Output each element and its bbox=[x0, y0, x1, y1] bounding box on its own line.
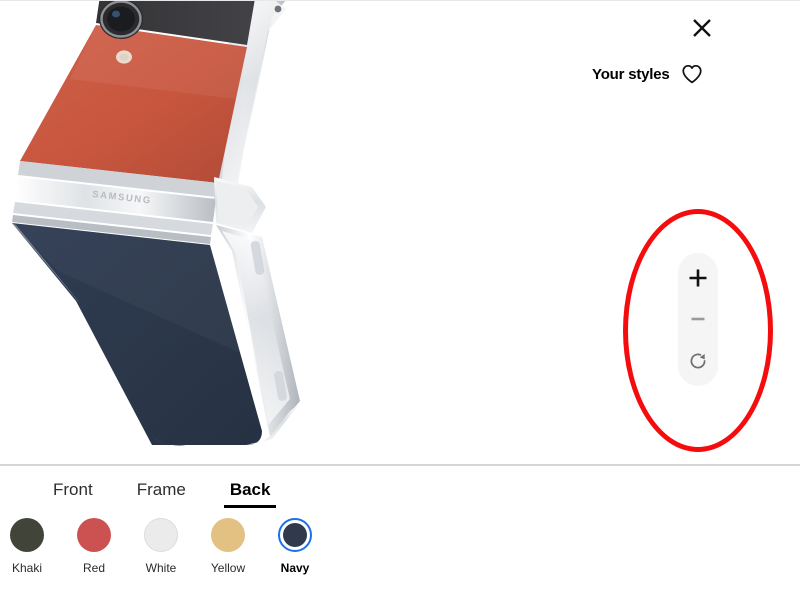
color-swatch-navy[interactable]: Navy bbox=[278, 518, 312, 575]
color-swatch-khaki[interactable]: Khaki bbox=[10, 518, 44, 575]
tab-back[interactable]: Back bbox=[223, 480, 277, 508]
color-swatch-white[interactable]: White bbox=[144, 518, 178, 575]
tab-back-label: Back bbox=[229, 480, 271, 499]
swatch-dot-white bbox=[144, 518, 178, 552]
your-styles-row[interactable]: Your styles bbox=[592, 63, 703, 85]
tab-front[interactable]: Front bbox=[47, 480, 99, 508]
color-swatch-yellow[interactable]: Yellow bbox=[211, 518, 245, 575]
swatch-dot-navy bbox=[283, 523, 307, 547]
heart-icon bbox=[681, 64, 702, 84]
plus-icon bbox=[689, 269, 707, 287]
swatch-label-navy: Navy bbox=[280, 561, 310, 575]
product-image[interactable]: SAMSUNG bbox=[0, 1, 330, 461]
style-customizer-screen: SAMSUNG Your styles Front Frame Back Kha… bbox=[0, 0, 800, 600]
swatch-label-yellow: Yellow bbox=[210, 561, 246, 575]
swatch-ring-yellow bbox=[211, 518, 245, 552]
tab-frame[interactable]: Frame bbox=[131, 480, 192, 508]
swatch-ring-red bbox=[77, 518, 111, 552]
swatch-ring-white bbox=[144, 518, 178, 552]
part-tabs: Front Frame Back bbox=[47, 480, 277, 508]
swatch-dot-khaki bbox=[10, 518, 44, 552]
reset-view-button[interactable] bbox=[680, 343, 716, 379]
swatch-label-red: Red bbox=[82, 561, 105, 575]
close-icon bbox=[693, 19, 711, 37]
swatch-label-khaki: Khaki bbox=[11, 561, 43, 575]
color-swatch-list: Khaki Red White Yellow Navy bbox=[10, 518, 312, 575]
tab-frame-label: Frame bbox=[136, 480, 186, 499]
tab-front-label: Front bbox=[53, 480, 93, 499]
rotate-reset-icon bbox=[690, 353, 706, 369]
your-styles-label: Your styles bbox=[592, 65, 670, 83]
product-viewer-stage[interactable]: SAMSUNG Your styles bbox=[0, 1, 800, 465]
customization-panel: Front Frame Back Khaki Red White Yellow … bbox=[0, 466, 800, 600]
swatch-label-white: White bbox=[145, 561, 177, 575]
zoom-out-button[interactable] bbox=[680, 301, 716, 337]
swatch-dot-yellow bbox=[211, 518, 245, 552]
close-button[interactable] bbox=[683, 9, 721, 47]
swatch-ring-navy bbox=[278, 518, 312, 552]
zoom-in-button[interactable] bbox=[680, 260, 716, 296]
minus-icon bbox=[691, 318, 705, 321]
swatch-dot-red bbox=[77, 518, 111, 552]
swatch-ring-khaki bbox=[10, 518, 44, 552]
favorite-button[interactable] bbox=[681, 63, 703, 85]
color-swatch-red[interactable]: Red bbox=[77, 518, 111, 575]
viewer-controls-pill bbox=[678, 253, 718, 386]
